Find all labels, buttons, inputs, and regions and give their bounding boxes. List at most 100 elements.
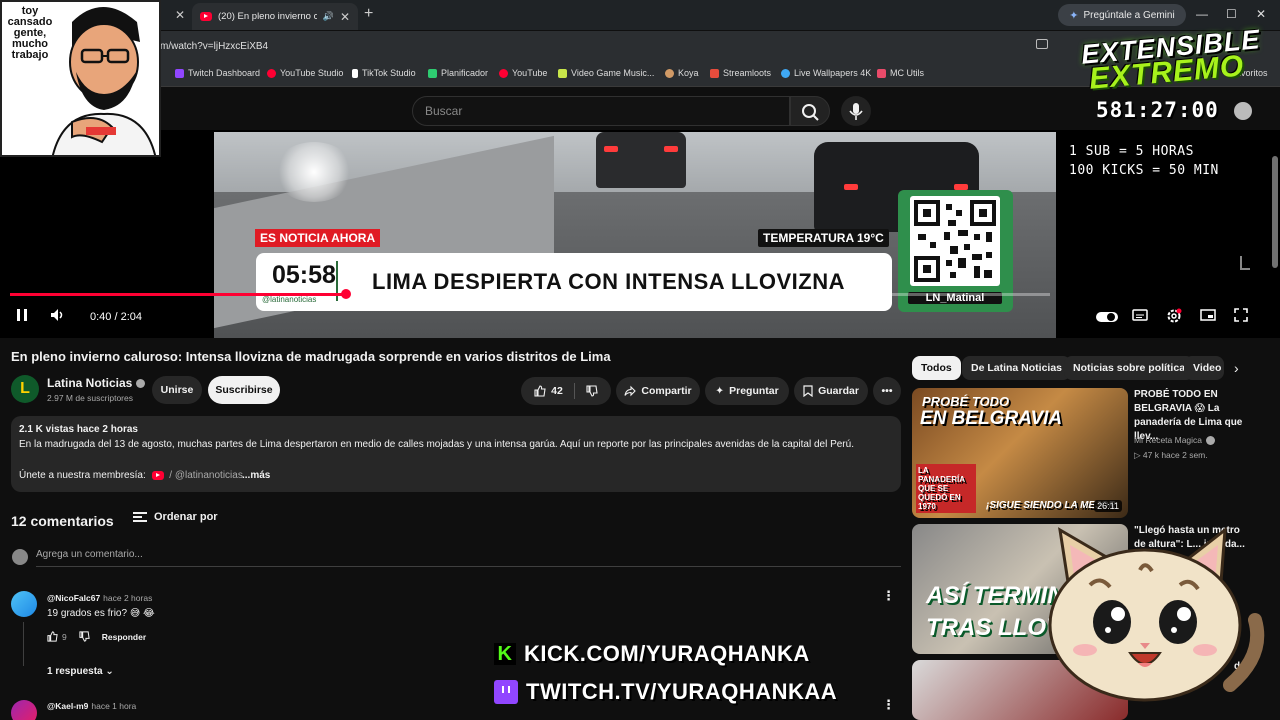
save-button[interactable]: Guardar <box>794 377 868 405</box>
music-icon <box>558 68 567 78</box>
youtube-studio-icon <box>267 68 276 78</box>
twitch-icon <box>175 68 184 78</box>
share-label: Compartir <box>641 385 692 397</box>
page-scrollbar[interactable] <box>1272 156 1278 268</box>
voice-search-button[interactable] <box>841 96 871 126</box>
car-ahead <box>596 132 686 188</box>
new-tab-icon[interactable]: + <box>364 5 373 23</box>
bookmark-video-game-music[interactable]: Video Game Music... <box>558 68 654 78</box>
add-comment-input[interactable]: Agrega un comentario... <box>36 549 901 567</box>
share-button[interactable]: Compartir <box>616 377 700 405</box>
ask-button[interactable]: ✦ Preguntar <box>705 377 789 405</box>
minimize-icon[interactable]: — <box>1196 7 1208 21</box>
qr-code <box>910 196 1000 286</box>
cast-icon[interactable] <box>1036 39 1048 49</box>
subtitles-icon[interactable] <box>1132 308 1148 325</box>
comment-menu-icon[interactable]: ⋮ <box>882 697 895 713</box>
sort-comments-button[interactable]: Ordenar por <box>133 511 218 523</box>
subathon-timer: 581:27:00 <box>1096 98 1219 122</box>
channel-avatar[interactable]: L <box>11 375 39 403</box>
tail-light <box>664 146 678 152</box>
close-icon[interactable]: ✕ <box>175 8 185 22</box>
comment-like-button[interactable]: 9 <box>47 631 67 642</box>
like-count: 42 <box>551 385 563 397</box>
bookmark-live-wallpapers[interactable]: Live Wallpapers 4K <box>781 68 871 78</box>
bookmark-youtube[interactable]: YouTube <box>499 68 547 78</box>
description-box[interactable]: 2.1 K vistas hace 2 horas En la madrugad… <box>11 416 901 492</box>
thumbs-up-icon <box>534 385 546 397</box>
more-actions-button[interactable]: ••• <box>873 377 901 405</box>
recommendation-thumbnail[interactable]: PROBÉ TODO EN BELGRAVIA LA PANADERÍA QUE… <box>912 388 1128 518</box>
search-button[interactable] <box>790 96 830 126</box>
planner-icon <box>428 68 437 78</box>
gemini-label: Pregúntale a Gemini <box>1083 9 1175 21</box>
volume-icon[interactable] <box>50 308 66 325</box>
bookmark-mc-utils[interactable]: MC Utils <box>877 68 924 78</box>
thumbs-down-icon[interactable] <box>586 385 598 397</box>
share-icon <box>624 385 637 397</box>
autoplay-toggle-icon[interactable] <box>1096 310 1118 326</box>
active-tab[interactable]: (20) En pleno invierno caluroso 🔊 ✕ <box>192 3 358 30</box>
bookmark-koya[interactable]: Koya <box>665 68 699 78</box>
news-ticker: 05:58 @latinanoticias LIMA DESPIERTA CON… <box>256 253 892 311</box>
bookmark-youtube-studio[interactable]: YouTube Studio <box>267 68 343 78</box>
chip-latina-noticias[interactable]: De Latina Noticias <box>962 356 1072 380</box>
verified-icon <box>1206 436 1216 446</box>
chevron-right-icon[interactable]: › <box>1234 360 1239 376</box>
commenter-avatar[interactable] <box>11 591 37 617</box>
maximize-icon[interactable]: ☐ <box>1226 7 1237 21</box>
comments-count: 12 comentarios <box>11 513 114 529</box>
chip-todos[interactable]: Todos <box>912 356 961 380</box>
temperature-badge: TEMPERATURA 19°C <box>758 229 889 247</box>
scroll-marker-icon <box>1240 256 1250 270</box>
thumb-overlay-text: EN BELGRAVIA <box>920 408 1063 429</box>
streamloots-icon <box>710 68 719 78</box>
recommendation-channel[interactable]: Mi Receta Magica <box>1134 435 1216 446</box>
reply-button[interactable]: Responder <box>102 632 146 642</box>
chip-politica[interactable]: Noticias sobre política <box>1064 356 1195 380</box>
chip-video[interactable]: Video <box>1184 356 1224 380</box>
chevron-down-icon: ⌄ <box>105 666 114 677</box>
miniplayer-icon[interactable] <box>1200 308 1216 325</box>
comment-author[interactable]: @NicoFalc67 hace 2 horas <box>47 593 152 603</box>
bookmark-tiktok-studio[interactable]: TikTok Studio <box>352 68 416 78</box>
replies-toggle[interactable]: 1 respuesta ⌄ <box>47 666 114 677</box>
kicks-rule-text: 100 KICKS = 50 MIN <box>1069 163 1219 178</box>
video-title: En pleno invierno caluroso: Intensa llov… <box>11 349 611 364</box>
subscribe-button[interactable]: Suscribirse <box>208 376 280 404</box>
youtube-icon <box>151 470 164 480</box>
fullscreen-icon[interactable] <box>1234 308 1248 325</box>
profile-avatar[interactable] <box>1234 102 1252 120</box>
search-input[interactable]: Buscar <box>412 96 790 126</box>
window-close-icon[interactable]: ✕ <box>1256 7 1266 21</box>
tail-light <box>604 146 618 152</box>
settings-icon[interactable] <box>1166 308 1182 327</box>
pause-icon[interactable] <box>16 308 28 325</box>
join-button[interactable]: Unirse <box>152 376 202 404</box>
commenter-avatar[interactable] <box>11 700 37 720</box>
thumb-overlay-text: PROBÉ TODO <box>922 394 1010 409</box>
bookmark-icon <box>803 385 813 397</box>
thumbs-down-icon[interactable] <box>79 631 90 642</box>
twitch-icon <box>494 680 518 704</box>
comment-menu-icon[interactable]: ⋮ <box>882 588 895 604</box>
scrubber-handle[interactable] <box>340 289 351 299</box>
time-display: 0:40 / 2:04 <box>82 306 150 328</box>
gemini-button[interactable]: ✦ Pregúntale a Gemini <box>1058 4 1186 26</box>
tiktok-icon <box>352 68 358 78</box>
like-button[interactable]: 42 <box>534 385 563 397</box>
speaker-icon[interactable]: 🔊 <box>323 11 334 22</box>
url-text[interactable]: m/watch?v=ljHzxcEiXB4 <box>160 41 268 52</box>
bookmark-streamloots[interactable]: Streamloots <box>710 68 771 78</box>
member-handle-link[interactable]: / @latinanoticias <box>169 470 243 481</box>
sparkle-icon: ✦ <box>715 385 725 397</box>
browser-tab-strip: ✕ (20) En pleno invierno caluroso 🔊 ✕ + … <box>0 0 1280 30</box>
channel-name[interactable]: Latina Noticias <box>47 376 146 390</box>
bookmark-planificador[interactable]: Planificador <box>428 68 488 78</box>
comment-author[interactable]: @Kael-m9 hace 1 hora <box>47 701 136 711</box>
bookmark-twitch-dashboard[interactable]: Twitch Dashboard <box>175 68 260 78</box>
tab-close-icon[interactable]: ✕ <box>340 10 350 24</box>
show-more-button[interactable]: ...más <box>242 470 270 481</box>
breaking-news-badge: ES NOTICIA AHORA <box>255 229 381 247</box>
cat-mascot-illustration <box>1048 526 1265 702</box>
